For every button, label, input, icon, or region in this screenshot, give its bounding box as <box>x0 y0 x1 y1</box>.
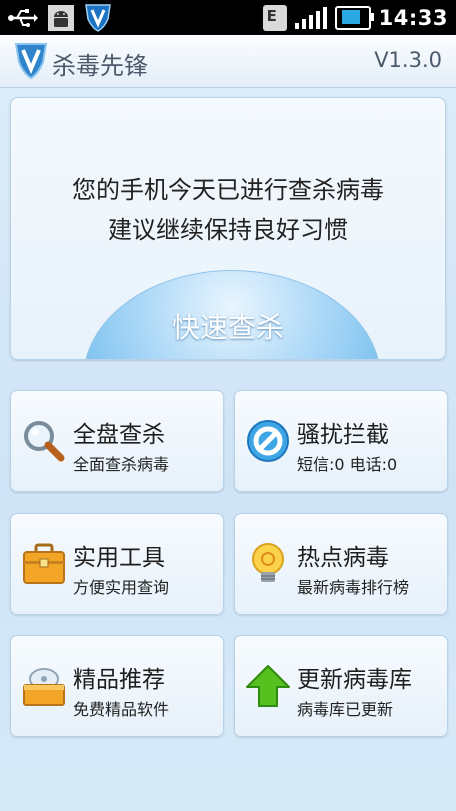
usb-icon <box>8 8 38 27</box>
network-e-icon: E <box>262 4 287 31</box>
harassment-block-tile[interactable]: 骚扰拦截 短信:0 电话:0 <box>234 390 448 492</box>
update-db-tile[interactable]: 更新病毒库 病毒库已更新 <box>234 635 448 737</box>
tile-subtitle: 免费精品软件 <box>73 700 170 719</box>
update-arrow-icon <box>246 665 290 707</box>
signal-icon <box>294 6 327 29</box>
network-type-label: E <box>266 6 277 25</box>
scan-status-line1: 您的手机今天已进行查杀病毒 <box>72 176 384 204</box>
tools-tile[interactable]: 实用工具 方便实用查询 <box>10 513 224 615</box>
tile-title: 更新病毒库 <box>297 667 412 693</box>
scan-panel: 您的手机今天已进行查杀病毒 建议继续保持良好习惯 快速查杀 <box>10 97 446 360</box>
version-label: V1.3.0 <box>374 48 442 72</box>
block-icon <box>247 420 289 462</box>
full-scan-tile[interactable]: 全盘查杀 全面查杀病毒 <box>10 390 224 492</box>
scan-status-line2: 建议继续保持良好习惯 <box>108 216 348 244</box>
tile-title: 骚扰拦截 <box>297 422 389 448</box>
software-box-icon <box>23 668 65 706</box>
hot-virus-tile[interactable]: 热点病毒 最新病毒排行榜 <box>234 513 448 615</box>
tile-subtitle: 方便实用查询 <box>73 578 170 597</box>
tile-title: 实用工具 <box>73 545 165 571</box>
status-bar: E 14:33 <box>0 0 456 35</box>
app-shield-icon <box>85 3 111 32</box>
toolbox-icon <box>23 543 65 584</box>
magnifier-icon <box>24 421 65 462</box>
tile-title: 精品推荐 <box>73 667 165 693</box>
tile-title: 热点病毒 <box>297 545 389 571</box>
recommend-tile[interactable]: 精品推荐 免费精品软件 <box>10 635 224 737</box>
quick-scan-label[interactable]: 快速查杀 <box>11 306 445 346</box>
tile-title: 全盘查杀 <box>73 422 165 448</box>
tile-subtitle: 短信:0 电话:0 <box>297 455 398 474</box>
lightbulb-icon <box>252 543 284 582</box>
app-title: 杀毒先锋 <box>52 52 148 80</box>
tile-subtitle: 病毒库已更新 <box>297 700 394 719</box>
tile-subtitle: 最新病毒排行榜 <box>297 578 410 597</box>
title-bar: 杀毒先锋 V1.3.0 <box>0 35 456 88</box>
app-logo-icon <box>14 43 48 80</box>
tile-subtitle: 全面查杀病毒 <box>73 455 170 474</box>
clock: 14:33 <box>378 5 448 30</box>
android-debug-icon <box>48 4 74 31</box>
battery-charging-icon <box>334 5 374 30</box>
